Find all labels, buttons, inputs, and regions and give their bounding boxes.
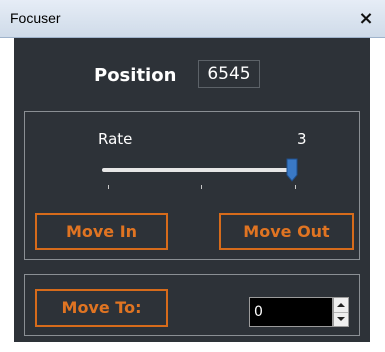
spin-down-button[interactable]: [334, 312, 348, 326]
arrow-down-icon: [337, 317, 345, 321]
slider-thumb-shape: [286, 158, 298, 182]
close-icon: ×: [358, 8, 374, 29]
move-in-button[interactable]: Move In: [35, 213, 168, 250]
rate-slider[interactable]: [102, 156, 307, 190]
window-title: Focuser: [10, 10, 61, 26]
position-value: 6545: [198, 60, 260, 88]
move-to-spinner[interactable]: [333, 297, 349, 327]
position-label: Position: [94, 65, 177, 86]
title-bar: Focuser ×: [0, 0, 385, 38]
slider-tick: [201, 185, 202, 189]
slider-tick: [108, 185, 109, 189]
focuser-panel: Position 6545 Rate 3 Move In Move Out Mo…: [14, 38, 370, 342]
arrow-up-icon: [337, 303, 345, 307]
move-out-button[interactable]: Move Out: [219, 213, 354, 250]
spin-up-button[interactable]: [334, 298, 348, 313]
slider-thumb[interactable]: [286, 158, 298, 182]
slider-tick: [295, 185, 296, 189]
focuser-window: Focuser × Position 6545 Rate 3 Move In M…: [0, 0, 385, 352]
move-to-input[interactable]: 0: [249, 297, 333, 327]
rate-label: Rate: [98, 130, 133, 148]
rate-value: 3: [297, 130, 307, 148]
slider-track[interactable]: [102, 168, 297, 172]
close-button[interactable]: ×: [355, 8, 377, 30]
move-to-button[interactable]: Move To:: [35, 289, 168, 327]
